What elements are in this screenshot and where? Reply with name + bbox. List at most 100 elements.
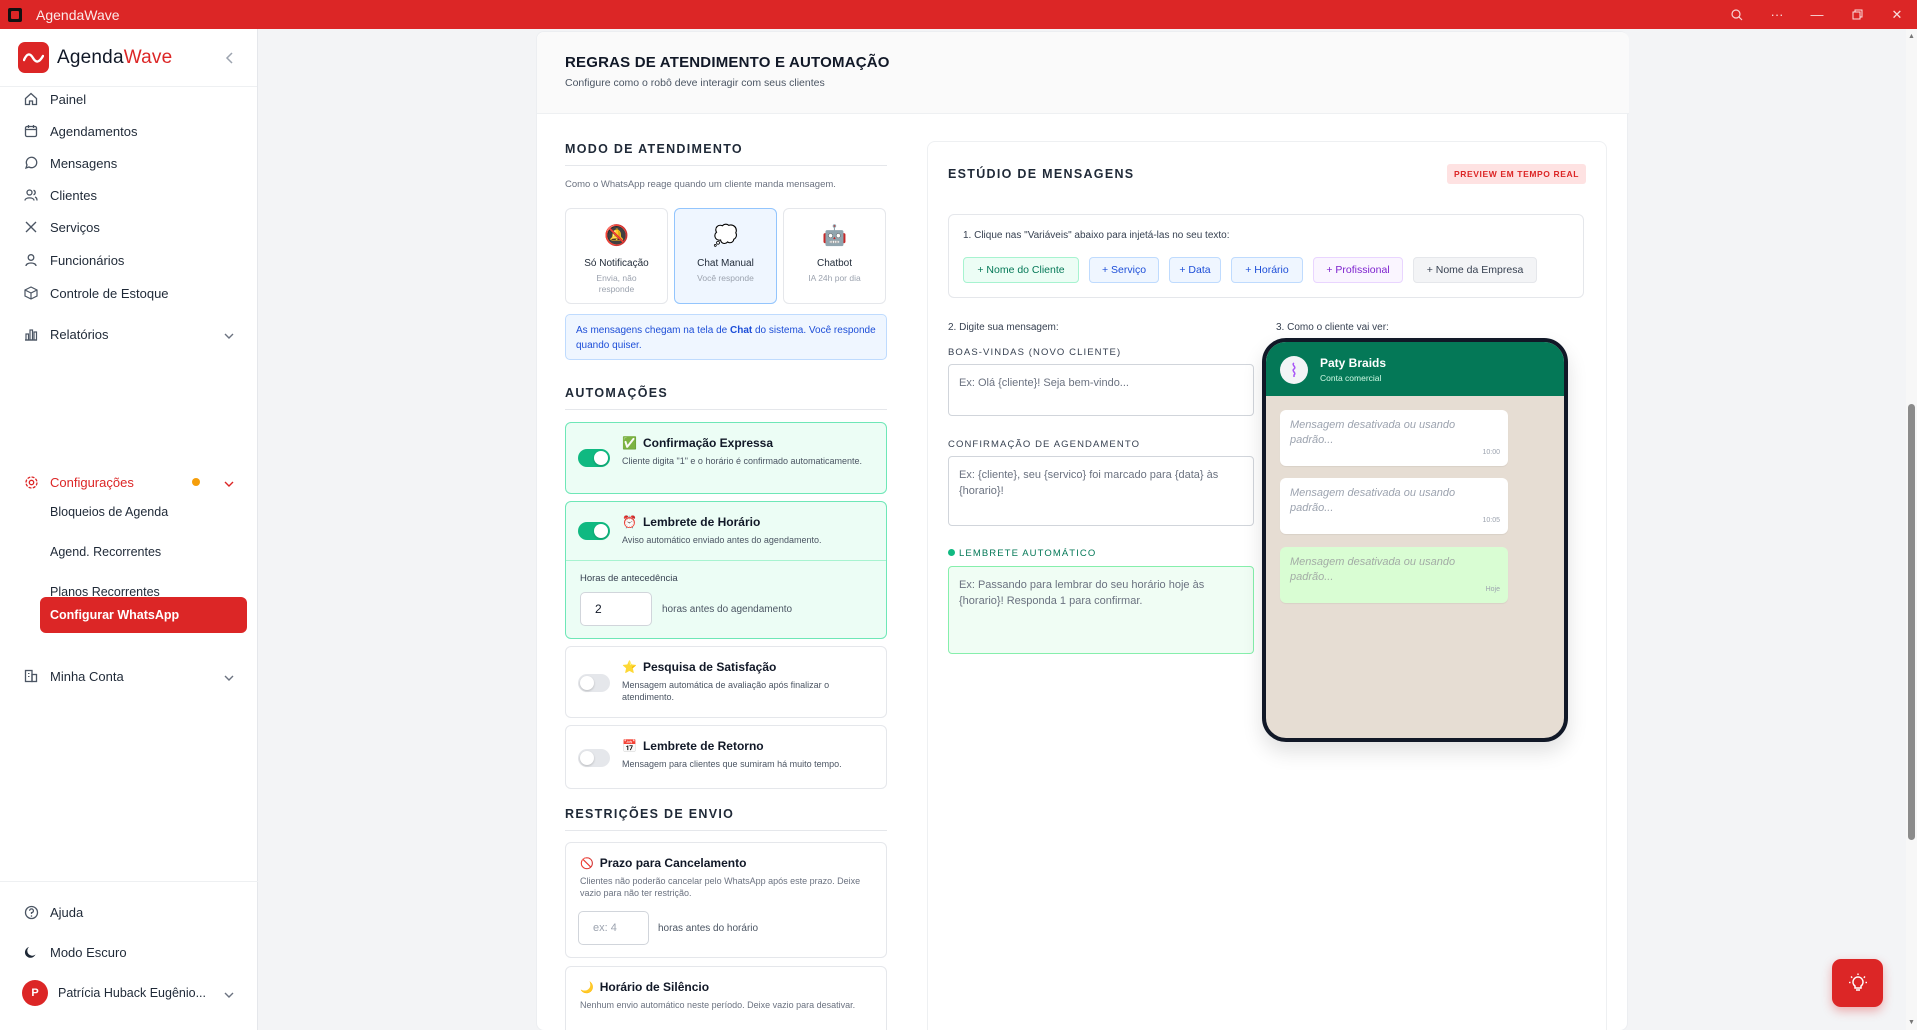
cancel-deadline-input[interactable]: ex: 4: [578, 911, 649, 945]
dark-mode-toggle[interactable]: Modo Escuro: [22, 937, 240, 967]
quiet-hours-card: 🌙 Horário de Silêncio Nenhum envio automá…: [565, 966, 887, 1030]
chat-bubble-icon: 💭: [713, 225, 738, 247]
advance-hours-input[interactable]: 2: [580, 592, 652, 626]
mode-option-chatbot[interactable]: 🤖 Chatbot IA 24h por dia: [783, 208, 886, 304]
mode-option-chat-manual[interactable]: 💭 Chat Manual Você responde: [674, 208, 777, 304]
nav-item-estoque[interactable]: Controle de Estoque: [22, 278, 240, 308]
reminder-label: LEMBRETE AUTOMÁTICO: [948, 548, 1096, 559]
nav-item-funcionarios[interactable]: Funcionários: [22, 245, 240, 275]
user-icon: [22, 251, 40, 269]
confirmation-label: CONFIRMAÇÃO DE AGENDAMENTO: [948, 439, 1141, 450]
automation-pesquisa-satisfacao: ⭐ Pesquisa de Satisfação Mensagem automát…: [565, 646, 887, 718]
sub-item-configurar-whatsapp[interactable]: Configurar WhatsApp: [40, 597, 247, 633]
restrictions-section-title: RESTRIÇÕES DE ENVIO: [565, 807, 735, 821]
automation-confirmacao-expressa: ✅ Confirmação Expressa Cliente digita "1"…: [565, 422, 887, 494]
page-title: REGRAS DE ATENDIMENTO E AUTOMAÇÃO: [565, 54, 890, 71]
window-title: AgendaWave: [36, 6, 120, 23]
contact-name: Paty Braids: [1320, 356, 1387, 370]
variable-chip-nome-empresa[interactable]: + Nome da Empresa: [1413, 257, 1537, 283]
chevron-down-icon: [224, 475, 234, 490]
wave-logo-icon: [18, 42, 49, 73]
chat-header: Paty Braids Conta comercial: [1266, 342, 1564, 396]
lightbulb-icon: [1848, 973, 1867, 991]
title-bar: AgendaWave ··· — ✕: [0, 0, 1917, 29]
lembrete-horario-toggle[interactable]: [578, 522, 610, 540]
building-icon: [22, 667, 40, 685]
gear-icon: [22, 473, 40, 491]
home-icon: [22, 90, 40, 108]
cancel-deadline-card: 🚫 Prazo para Cancelamento Clientes não po…: [565, 842, 887, 958]
variable-chip-servico[interactable]: + Serviço: [1089, 257, 1159, 283]
no-entry-icon: 🚫: [580, 857, 594, 870]
users-icon: [22, 186, 40, 204]
restore-button[interactable]: [1837, 0, 1877, 29]
nav-item-servicos[interactable]: Serviços: [22, 212, 240, 242]
nav-item-painel[interactable]: Painel: [22, 84, 240, 114]
nav-item-ajuda[interactable]: Ajuda: [22, 897, 240, 927]
check-icon: ✅: [622, 436, 637, 450]
bell-off-icon: 🔕: [604, 225, 629, 247]
avatar: P: [22, 980, 48, 1006]
reminder-message-textarea[interactable]: Ex: Passando para lembrar do seu horário…: [948, 566, 1254, 654]
user-name: Patrícia Huback Eugênio...: [58, 986, 206, 1000]
close-button[interactable]: ✕: [1877, 0, 1917, 29]
mode-description: Como o WhatsApp reage quando um cliente …: [565, 179, 836, 190]
scissors-icon: [22, 218, 40, 236]
zoom-icon[interactable]: [1717, 0, 1757, 29]
mode-info-box: As mensagens chegam na tela de Chat do s…: [565, 314, 887, 360]
collapse-sidebar-button[interactable]: [218, 46, 242, 70]
nav-item-mensagens[interactable]: Mensagens: [22, 148, 240, 178]
phone-preview: Paty Braids Conta comercial Mensagem des…: [1262, 338, 1568, 742]
alarm-clock-icon: ⏰: [622, 515, 637, 529]
help-circle-icon: [22, 903, 40, 921]
robot-icon: 🤖: [822, 225, 847, 247]
tips-button[interactable]: [1832, 959, 1883, 1007]
chevron-left-icon: [225, 52, 233, 64]
variable-chip-data[interactable]: + Data: [1169, 257, 1221, 283]
more-icon[interactable]: ···: [1757, 0, 1797, 29]
nav-item-agendamentos[interactable]: Agendamentos: [22, 116, 240, 146]
welcome-message-textarea[interactable]: Ex: Olá {cliente}! Seja bem-vindo...: [948, 364, 1254, 416]
automation-lembrete-horario: ⏰ Lembrete de Horário Aviso automático en…: [565, 501, 887, 639]
sidebar: AgendaWave Painel Agendamentos Mensagens…: [0, 29, 258, 1030]
lembrete-retorno-toggle[interactable]: [578, 749, 610, 767]
chevron-down-icon: [224, 669, 234, 684]
scrollbar-thumb[interactable]: [1908, 404, 1915, 840]
welcome-label: BOAS-VINDAS (NOVO CLIENTE): [948, 347, 1122, 358]
variable-chip-horario[interactable]: + Horário: [1231, 257, 1303, 283]
chat-bubble: Mensagem desativada ou usando padrão... …: [1280, 478, 1508, 534]
sub-item-bloqueios[interactable]: Bloqueios de Agenda: [40, 494, 247, 530]
pesquisa-satisfacao-toggle[interactable]: [578, 674, 610, 692]
confirmacao-expressa-toggle[interactable]: [578, 449, 610, 467]
variable-chip-nome-cliente[interactable]: + Nome do Cliente: [963, 257, 1079, 283]
main-panel: REGRAS DE ATENDIMENTO E AUTOMAÇÃO Config…: [536, 31, 1629, 1030]
message-studio: ESTÚDIO DE MENSAGENS PREVIEW EM TEMPO RE…: [927, 141, 1607, 1030]
preview-badge: PREVIEW EM TEMPO REAL: [1447, 164, 1586, 184]
nav-item-minha-conta[interactable]: Minha Conta: [22, 661, 240, 691]
nav-item-configuracoes[interactable]: Configurações: [22, 467, 240, 497]
confirmation-message-textarea[interactable]: Ex: {cliente}, seu {servico} foi marcado…: [948, 456, 1254, 526]
minimize-button[interactable]: —: [1797, 0, 1837, 29]
advance-hours-label: Horas de antecedência: [580, 573, 678, 584]
chevron-down-icon: [224, 327, 234, 342]
automation-lembrete-retorno: 📅 Lembrete de Retorno Mensagem para clien…: [565, 725, 887, 789]
page-subtitle: Configure como o robô deve interagir com…: [565, 77, 825, 89]
nav-item-relatorios[interactable]: Relatórios: [22, 319, 240, 349]
calendar-icon: 📅: [622, 739, 637, 753]
variable-chip-profissional[interactable]: + Profissional: [1313, 257, 1403, 283]
sub-item-agend-recorrentes[interactable]: Agend. Recorrentes: [40, 534, 247, 570]
nav-item-clientes[interactable]: Clientes: [22, 180, 240, 210]
notification-dot: [192, 478, 200, 486]
variables-box: 1. Clique nas "Variáveis" abaixo para in…: [948, 214, 1584, 298]
moon-icon: [22, 943, 40, 961]
mode-option-notification[interactable]: 🔕 Só Notificação Envia, não responde: [565, 208, 668, 304]
app-icon: [8, 7, 22, 22]
scroll-up-icon: ▲: [1908, 33, 1915, 40]
chat-bubble: Mensagem desativada ou usando padrão... …: [1280, 410, 1508, 466]
scroll-down-icon: ▼: [1908, 1019, 1915, 1026]
business-avatar-icon: [1280, 356, 1308, 384]
sidebar-footer: Ajuda Modo Escuro P Patrícia Huback Eugê…: [0, 881, 258, 1006]
user-menu[interactable]: P Patrícia Huback Eugênio...: [22, 978, 240, 1008]
chart-icon: [22, 325, 40, 343]
page-scrollbar[interactable]: ▲ ▼: [1906, 29, 1917, 1030]
